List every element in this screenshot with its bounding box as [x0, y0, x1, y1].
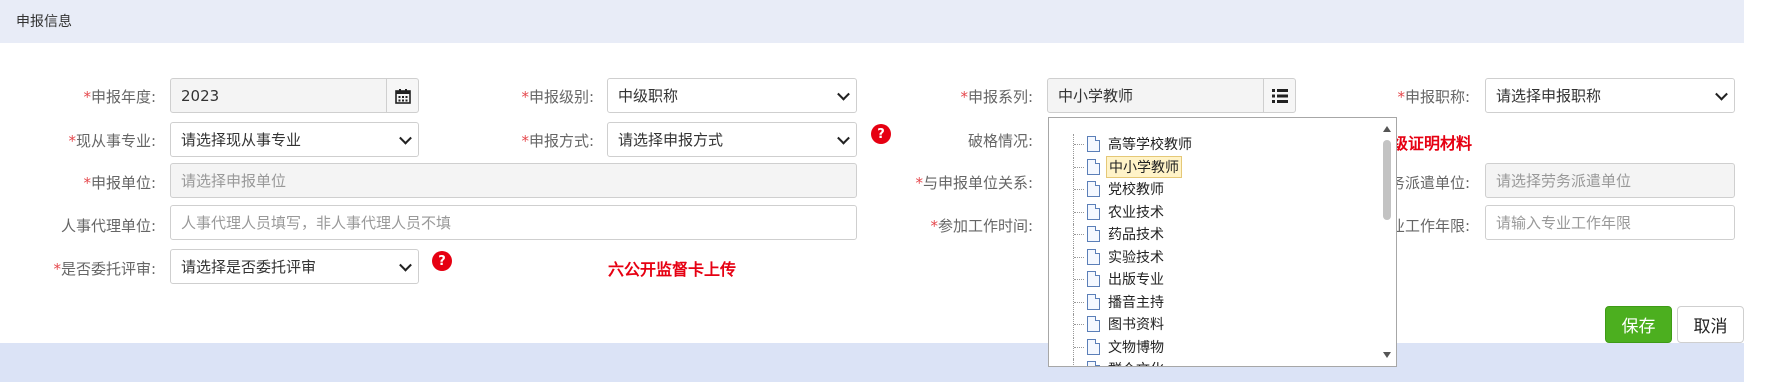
level-label: *申报级别: — [521, 88, 594, 106]
tree-connector — [1073, 179, 1087, 201]
series-value: 中小学教师 — [1058, 87, 1134, 105]
tree-item[interactable]: 高等学校教师 — [1073, 134, 1194, 156]
year-field[interactable]: 2023 — [170, 78, 419, 113]
hr-agency-input[interactable]: 人事代理人员填写，非人事代理人员不填 — [170, 205, 857, 240]
tree-connector — [1073, 224, 1087, 246]
entrust-select[interactable]: 请选择是否委托评审 — [170, 249, 419, 284]
major-label: *现从事专业: — [68, 132, 156, 150]
tree-item-label: 药品技术 — [1108, 227, 1164, 243]
calendar-icon — [394, 88, 411, 104]
hr-agency-label: 人事代理单位: — [60, 217, 156, 235]
document-icon — [1087, 271, 1100, 287]
unit-field[interactable]: 请选择申报单位 — [170, 163, 857, 198]
document-icon — [1087, 181, 1100, 197]
method-select[interactable]: 请选择申报方式 — [607, 122, 857, 157]
tree-item-label: 实验技术 — [1108, 249, 1164, 266]
document-icon — [1087, 361, 1100, 366]
tree-connector — [1073, 134, 1087, 156]
year-value: 2023 — [181, 86, 220, 105]
section-header: 申报信息 — [0, 0, 1744, 43]
tree-connector — [1073, 201, 1087, 224]
scroll-thumb[interactable] — [1383, 140, 1391, 220]
series-field[interactable]: 中小学教师 — [1047, 78, 1296, 113]
relation-label: *与申报单位关系: — [915, 174, 1033, 192]
cancel-button[interactable]: 取消 — [1677, 306, 1744, 343]
level-select[interactable]: 中级职称 — [607, 78, 857, 113]
exception-note: 级证明材料 — [1392, 134, 1473, 153]
chevron-down-icon — [399, 258, 412, 272]
scroll-up-arrow-icon[interactable] — [1383, 126, 1391, 132]
series-label: *申报系列: — [960, 88, 1033, 106]
tree-connector — [1073, 314, 1087, 336]
entrust-help-icon[interactable]: ? — [432, 251, 452, 271]
document-icon — [1087, 136, 1100, 152]
tree-item[interactable]: 群众文化 — [1073, 359, 1166, 366]
tree-item[interactable]: 出版专业 — [1073, 269, 1166, 291]
section-title: 申报信息 — [16, 14, 72, 30]
method-label: *申报方式: — [521, 132, 594, 150]
chevron-down-icon — [837, 87, 850, 101]
title-select[interactable]: 请选择申报职称 — [1485, 78, 1735, 113]
tree-connector — [1073, 359, 1087, 366]
work-years-input[interactable]: 请输入专业工作年限 — [1485, 205, 1735, 240]
tree-scrollbar[interactable] — [1378, 118, 1396, 366]
series-tree-list: 高等学校教师中小学教师党校教师农业技术药品技术实验技术出版专业播音主持图书资料文… — [1049, 118, 1378, 366]
tree-item[interactable]: 文物博物 — [1073, 336, 1166, 359]
dispatch-unit-field[interactable]: 请选择劳务派遣单位 — [1485, 163, 1735, 198]
tree-item-label: 群众文化 — [1106, 359, 1166, 366]
tree-item[interactable]: 中小学教师 — [1073, 155, 1182, 179]
chevron-down-icon — [837, 131, 850, 145]
series-list-button[interactable] — [1263, 79, 1295, 112]
tree-item[interactable]: 播音主持 — [1073, 291, 1166, 314]
tree-item-label: 文物博物 — [1108, 339, 1164, 356]
tree-connector — [1073, 156, 1087, 179]
tree-item[interactable]: 药品技术 — [1073, 224, 1166, 246]
right-strip — [1744, 0, 1770, 382]
document-icon — [1087, 226, 1100, 242]
supervision-upload-note: 六公开监督卡上传 — [608, 260, 737, 279]
tree-item-label: 中小学教师 — [1106, 155, 1182, 178]
unit-label: *申报单位: — [83, 174, 156, 192]
tree-item-label: 出版专业 — [1108, 272, 1164, 288]
major-select[interactable]: 请选择现从事专业 — [170, 122, 419, 157]
tree-connector — [1073, 269, 1087, 291]
series-tree-dropdown[interactable]: 高等学校教师中小学教师党校教师农业技术药品技术实验技术出版专业播音主持图书资料文… — [1048, 117, 1397, 367]
document-icon — [1087, 338, 1100, 355]
tree-connector — [1073, 246, 1087, 269]
chevron-down-icon — [1715, 87, 1728, 101]
save-button[interactable]: 保存 — [1605, 306, 1672, 343]
chevron-down-icon — [399, 131, 412, 145]
footer-band — [0, 343, 1744, 382]
entrust-label: *是否委托评审: — [53, 260, 156, 278]
scroll-down-arrow-icon[interactable] — [1383, 352, 1391, 358]
method-help-icon[interactable]: ? — [871, 124, 891, 144]
tree-item[interactable]: 党校教师 — [1073, 179, 1166, 201]
tree-item-label: 图书资料 — [1108, 317, 1164, 333]
document-icon — [1087, 203, 1100, 220]
tree-item[interactable]: 实验技术 — [1073, 246, 1166, 269]
title-label: *申报职称: — [1397, 88, 1470, 106]
year-label: *申报年度: — [83, 88, 156, 106]
work-years-label: 业工作年限: — [1390, 217, 1471, 235]
document-icon — [1087, 293, 1100, 310]
tree-item[interactable]: 图书资料 — [1073, 314, 1166, 336]
exception-label: 破格情况: — [967, 132, 1033, 150]
work-time-label: *参加工作时间: — [930, 217, 1033, 235]
tree-connector — [1073, 336, 1087, 359]
document-icon — [1087, 248, 1100, 265]
tree-item[interactable]: 农业技术 — [1073, 201, 1166, 224]
tree-item-label: 高等学校教师 — [1108, 137, 1192, 153]
tree-connector — [1073, 291, 1087, 314]
tree-item-label: 农业技术 — [1108, 204, 1164, 221]
document-icon — [1087, 316, 1100, 332]
tree-item-label: 播音主持 — [1108, 294, 1164, 311]
tree-item-label: 党校教师 — [1108, 182, 1164, 198]
document-icon — [1087, 158, 1100, 175]
dispatch-unit-label: 务派遣单位: — [1390, 174, 1471, 192]
list-icon — [1271, 88, 1288, 103]
calendar-button[interactable] — [386, 79, 418, 112]
